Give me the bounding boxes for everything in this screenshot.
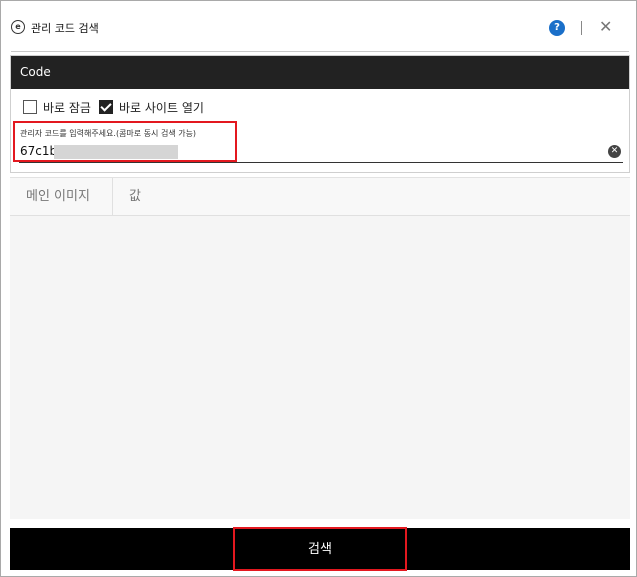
column-header-value[interactable]: 값	[129, 178, 141, 216]
help-icon[interactable]: ?	[549, 20, 565, 36]
column-header-main-image[interactable]: 메인 이미지	[26, 178, 90, 216]
instant-lock-label: 바로 잠금	[43, 100, 91, 115]
table-header: 메인 이미지 값	[10, 178, 630, 216]
open-site-checkbox[interactable]	[98, 100, 113, 114]
clear-input-icon[interactable]: ✕	[608, 145, 621, 158]
title-separator	[581, 21, 582, 35]
app-logo-icon: e	[11, 20, 25, 34]
code-input[interactable]: 67c1b	[20, 144, 57, 158]
title-divider	[11, 51, 629, 52]
results-table: 메인 이미지 값	[10, 177, 630, 519]
open-site-label: 바로 사이트 열기	[118, 100, 204, 115]
search-button-highlight	[233, 527, 407, 571]
search-button[interactable]: 검색	[10, 527, 630, 571]
code-field-label: 관리자 코드를 입력해주세요.(콤마로 동시 검색 가능)	[20, 129, 197, 138]
search-panel: Code 바로 잠금 바로 사이트 열기 관리자 코드를 입력해주세요.(콤마로…	[10, 55, 630, 173]
options-row: 바로 잠금 바로 사이트 열기	[23, 99, 212, 115]
instant-lock-checkbox[interactable]	[23, 100, 37, 114]
column-divider	[112, 178, 113, 216]
close-icon[interactable]: ✕	[599, 17, 612, 37]
panel-header: Code	[11, 56, 629, 89]
window-title: 관리 코드 검색	[31, 22, 99, 35]
dialog-window: e 관리 코드 검색 ? ✕ Code 바로 잠금 바로 사이트 열기 관리자 …	[0, 0, 637, 577]
code-input-underline	[19, 162, 623, 163]
redacted-code-block	[54, 145, 178, 159]
title-bar: e 관리 코드 검색 ? ✕	[1, 1, 636, 51]
